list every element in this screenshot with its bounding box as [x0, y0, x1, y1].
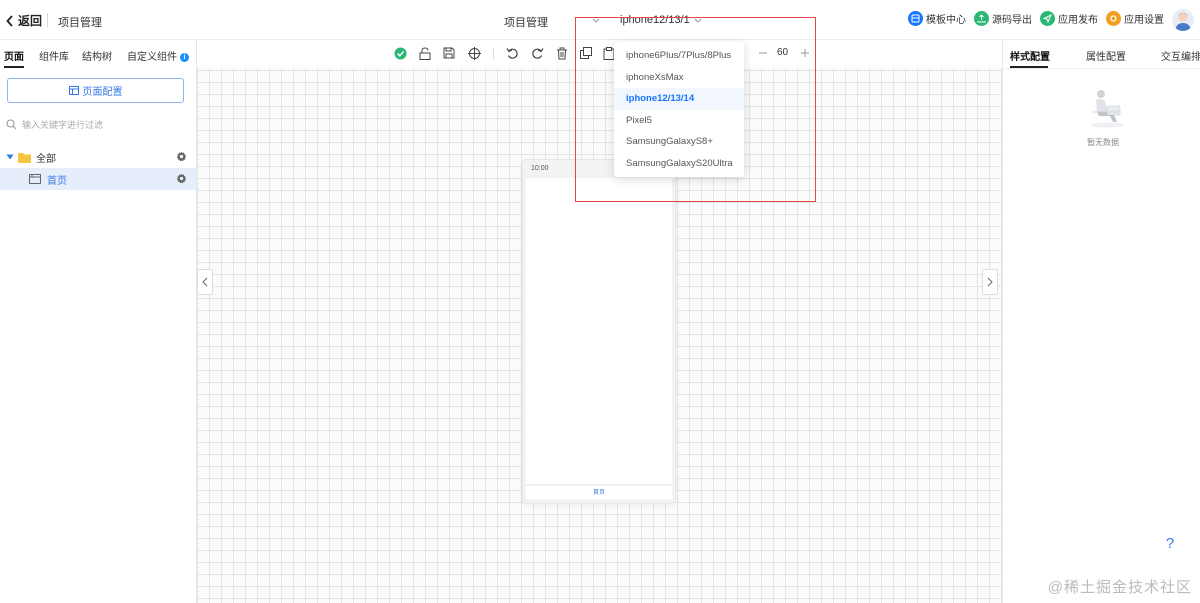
- page-title: 项目管理: [504, 17, 548, 29]
- empty-state-text: 暂无数据: [1087, 138, 1119, 147]
- device-option[interactable]: iphoneXsMax: [614, 67, 744, 89]
- chevron-down-icon: [592, 18, 600, 23]
- tabs-divider: [1003, 68, 1200, 69]
- top-header: 返回 项目管理 项目管理 iphone12/13/14 模板中心 源码导出 应用…: [0, 0, 1200, 40]
- chevron-left-icon: [6, 14, 13, 27]
- right-panel: 样式配置 属性配置 交互编排 暂无数据 ?: [1002, 40, 1200, 603]
- avatar-icon: [1175, 12, 1191, 31]
- phone-preview: 10:00 首页: [522, 159, 676, 504]
- unlock-icon[interactable]: [418, 46, 432, 60]
- tab-property-config[interactable]: 属性配置: [1086, 48, 1126, 63]
- device-option[interactable]: SamsungGalaxyS20Ultra: [614, 153, 744, 175]
- device-dropdown-menu: iphone6Plus/7Plus/8Plus iphoneXsMax ipho…: [614, 42, 744, 177]
- project-name: 项目管理: [58, 17, 102, 29]
- export-code-label: 源码导出: [992, 15, 1032, 26]
- template-icon: [908, 11, 923, 26]
- active-tab-indicator: [4, 66, 24, 68]
- header-divider: [47, 13, 48, 27]
- info-icon[interactable]: i: [180, 53, 189, 62]
- export-icon: [974, 11, 989, 26]
- gear-icon[interactable]: [176, 173, 187, 184]
- phone-tabbar-home[interactable]: 首页: [526, 485, 672, 499]
- search-input[interactable]: [22, 119, 182, 130]
- tab-pages[interactable]: 页面: [4, 48, 24, 63]
- help-icon[interactable]: ?: [1160, 535, 1180, 555]
- device-select-value: iphone12/13/14: [620, 14, 690, 26]
- device-select[interactable]: iphone12/13/14: [592, 11, 702, 29]
- check-icon[interactable]: [393, 46, 407, 60]
- phone-screen[interactable]: [526, 178, 672, 484]
- collapse-left-button[interactable]: [197, 269, 213, 295]
- settings-icon: [1106, 11, 1121, 26]
- device-option-selected[interactable]: iphone12/13/14: [614, 88, 744, 110]
- tab-custom-components[interactable]: 自定义组件 i: [127, 48, 189, 63]
- undo-icon[interactable]: [505, 46, 519, 60]
- back-button[interactable]: 返回: [6, 12, 42, 29]
- export-code-button[interactable]: 源码导出: [974, 11, 1032, 26]
- page-config-button[interactable]: 页面配置: [7, 78, 184, 103]
- device-option[interactable]: SamsungGalaxyS8+: [614, 131, 744, 153]
- empty-state-illustration: [1090, 90, 1124, 128]
- search-icon: [6, 119, 17, 130]
- publish-app-button[interactable]: 应用发布: [1040, 11, 1098, 26]
- tree-item-all[interactable]: 全部: [0, 146, 197, 168]
- folder-icon: [18, 152, 31, 163]
- tree-search: [6, 119, 182, 130]
- chevron-right-icon: [987, 277, 993, 287]
- tree-item-label: 全部: [36, 153, 56, 165]
- save-icon[interactable]: [442, 46, 456, 60]
- chevron-down-icon: [694, 18, 702, 23]
- canvas-toolbar: 60: [197, 40, 1002, 68]
- watermark: @稀土掘金技术社区: [1047, 579, 1192, 596]
- redo-icon[interactable]: [530, 46, 544, 60]
- device-option[interactable]: iphone6Plus/7Plus/8Plus: [614, 45, 744, 67]
- page-config-icon: [68, 86, 79, 95]
- header-actions: 模板中心 源码导出 应用发布 应用设置: [908, 11, 1164, 26]
- template-center-label: 模板中心: [926, 15, 966, 26]
- delete-icon[interactable]: [555, 46, 569, 60]
- user-avatar[interactable]: [1172, 9, 1194, 31]
- device-option[interactable]: Pixel5: [614, 110, 744, 132]
- page-config-label: 页面配置: [82, 87, 123, 98]
- back-label: 返回: [18, 14, 43, 28]
- publish-app-label: 应用发布: [1058, 15, 1098, 26]
- copy-icon[interactable]: [579, 46, 593, 60]
- tree-item-home[interactable]: 首页: [0, 168, 197, 190]
- tab-components[interactable]: 组件库: [39, 48, 69, 63]
- tab-interaction[interactable]: 交互编排: [1161, 48, 1200, 63]
- design-canvas[interactable]: 60 10:00 首页: [197, 40, 1002, 603]
- gear-icon[interactable]: [176, 151, 187, 162]
- tree-item-label: 首页: [47, 175, 67, 187]
- tab-structure-tree[interactable]: 结构树: [82, 48, 112, 63]
- send-icon: [1040, 11, 1055, 26]
- collapse-right-button[interactable]: [982, 269, 998, 295]
- sidebar-tabs: 页面 组件库 结构树 自定义组件 i: [0, 40, 197, 68]
- zoom-in-icon[interactable]: [798, 46, 812, 60]
- app-settings-button[interactable]: 应用设置: [1106, 11, 1164, 26]
- left-sidebar: 页面 组件库 结构树 自定义组件i 页面配置 全部 首页: [0, 40, 197, 603]
- tab-custom-components-label: 自定义组件: [127, 52, 177, 63]
- toolbar-divider: [493, 47, 494, 60]
- page-icon: [29, 174, 41, 184]
- template-center-button[interactable]: 模板中心: [908, 11, 966, 26]
- zoom-out-icon[interactable]: [756, 46, 770, 60]
- tab-style-config[interactable]: 样式配置: [1010, 48, 1050, 63]
- app-settings-label: 应用设置: [1124, 15, 1164, 26]
- target-icon[interactable]: [467, 46, 481, 60]
- chevron-left-icon: [202, 277, 208, 287]
- caret-down-icon[interactable]: [6, 154, 14, 160]
- zoom-level: 60: [777, 47, 789, 58]
